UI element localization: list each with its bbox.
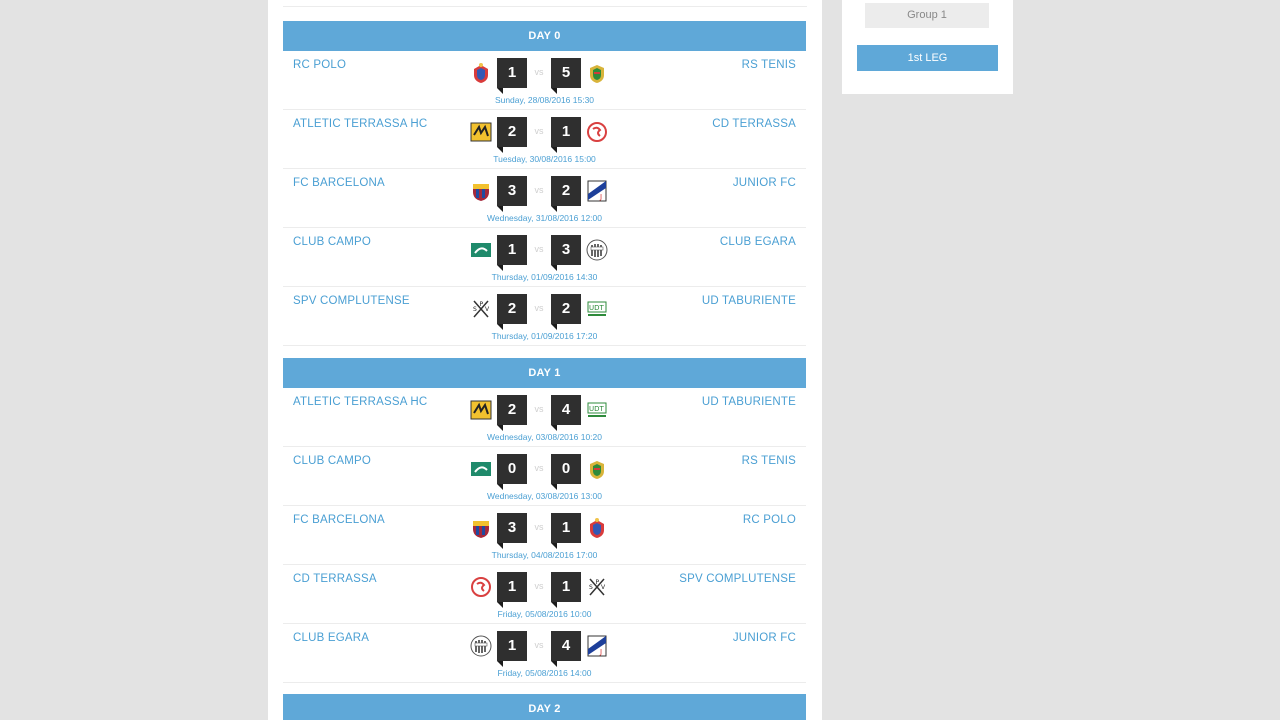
away-team-link[interactable]: JUNIOR FC xyxy=(733,632,796,644)
away-score: 4 xyxy=(551,395,581,431)
away-team-link[interactable]: CD TERRASSA xyxy=(712,118,796,130)
away-team-link[interactable]: RS TENIS xyxy=(742,59,796,71)
home-team-link[interactable]: CD TERRASSA xyxy=(293,573,377,585)
match-date: Friday, 05/08/2016 10:00 xyxy=(497,609,592,619)
scoreboard: 1 vs 3 xyxy=(469,234,609,271)
scoreboard: 3 vs 2 xyxy=(469,175,609,212)
scoreboard: 2 vs 4 xyxy=(469,394,609,431)
match-row[interactable]: FC BARCELONA JUNIOR FC 3 vs 2 Wednesday, 31/0… xyxy=(283,169,806,228)
away-score: 3 xyxy=(551,235,581,271)
away-score: 2 xyxy=(551,176,581,212)
match-row[interactable]: ATLETIC TERRASSA HC UD TABURIENTE 2 vs 4 Wedn… xyxy=(283,388,806,447)
match-date: Thursday, 01/09/2016 14:30 xyxy=(491,272,598,282)
match-date: Friday, 05/08/2016 14:00 xyxy=(497,668,592,678)
match-date: Wednesday, 03/08/2016 10:20 xyxy=(487,432,602,442)
first-leg-button[interactable]: 1st LEG xyxy=(857,45,998,71)
match-row[interactable]: CLUB CAMPO CLUB EGARA 1 vs 3 Thursday, 01/09/… xyxy=(283,228,806,287)
scoreboard: 2 vs 2 xyxy=(469,293,609,330)
match-date: Thursday, 01/09/2016 17:20 xyxy=(491,331,598,341)
away-team-link[interactable]: UD TABURIENTE xyxy=(702,396,796,408)
away-score: 5 xyxy=(551,58,581,94)
away-score: 1 xyxy=(551,572,581,608)
away-team-link[interactable]: SPV COMPLUTENSE xyxy=(679,573,796,585)
away-team-link[interactable]: CLUB EGARA xyxy=(720,236,796,248)
sidebar-panel: Group 1 1st LEG xyxy=(842,0,1013,94)
ud-taburiente-crest-icon xyxy=(586,399,608,421)
ud-taburiente-crest-icon xyxy=(586,298,608,320)
match-row[interactable]: CLUB CAMPO RS TENIS 0 vs 0 Wednesday, 03/08/2… xyxy=(283,447,806,506)
home-team-link[interactable]: ATLETIC TERRASSA HC xyxy=(293,396,427,408)
day-section: DAY 2 xyxy=(283,694,806,720)
scoreboard: 1 vs 4 xyxy=(469,630,609,667)
spv-complutense-crest-icon xyxy=(586,576,608,598)
away-team-link[interactable]: UD TABURIENTE xyxy=(702,295,796,307)
home-team-link[interactable]: FC BARCELONA xyxy=(293,514,385,526)
match-row[interactable]: CD TERRASSA SPV COMPLUTENSE 1 vs 1 Friday, 05… xyxy=(283,565,806,624)
home-team-link[interactable]: RC POLO xyxy=(293,59,346,71)
home-team-link[interactable]: CLUB EGARA xyxy=(293,632,369,644)
scoreboard: 0 vs 0 xyxy=(469,453,609,490)
match-date: Wednesday, 03/08/2016 13:00 xyxy=(487,491,602,501)
day-header: DAY 1 xyxy=(283,358,806,388)
rs-tenis-crest-icon xyxy=(586,458,608,480)
scoreboard: 3 vs 1 xyxy=(469,512,609,549)
match-row[interactable]: RC POLO RS TENIS 1 vs 5 Sunday, 28/08/2016 15… xyxy=(283,51,806,110)
away-score: 0 xyxy=(551,454,581,490)
rc-polo-crest-icon xyxy=(586,517,608,539)
match-row[interactable]: SPV COMPLUTENSE UD TABURIENTE 2 vs 2 Thursday… xyxy=(283,287,806,346)
junior-fc-crest-icon xyxy=(586,180,608,202)
results-panel: DAY 0 RC POLO RS TENIS 1 vs 5 Sunday, 28/08/20… xyxy=(268,0,822,720)
away-team-link[interactable]: RS TENIS xyxy=(742,455,796,467)
day-header: DAY 0 xyxy=(283,21,806,51)
divider xyxy=(283,6,807,7)
cd-terrassa-crest-icon xyxy=(586,121,608,143)
scoreboard: 1 vs 1 xyxy=(469,571,609,608)
away-score: 4 xyxy=(551,631,581,667)
scoreboard: 2 vs 1 xyxy=(469,116,609,153)
away-team-link[interactable]: JUNIOR FC xyxy=(733,177,796,189)
club-egara-crest-icon xyxy=(586,239,608,261)
junior-fc-crest-icon xyxy=(586,635,608,657)
match-date: Sunday, 28/08/2016 15:30 xyxy=(494,95,595,105)
away-score: 1 xyxy=(551,513,581,549)
home-team-link[interactable]: ATLETIC TERRASSA HC xyxy=(293,118,427,130)
rs-tenis-crest-icon xyxy=(586,62,608,84)
match-row[interactable]: FC BARCELONA RC POLO 3 vs 1 Thursday, 04/08/2… xyxy=(283,506,806,565)
match-date: Thursday, 04/08/2016 17:00 xyxy=(491,550,598,560)
match-row[interactable]: ATLETIC TERRASSA HC CD TERRASSA 2 vs 1 Tuesda… xyxy=(283,110,806,169)
away-score: 1 xyxy=(551,117,581,153)
home-team-link[interactable]: SPV COMPLUTENSE xyxy=(293,295,410,307)
match-date: Wednesday, 31/08/2016 12:00 xyxy=(487,213,602,223)
day-header: DAY 2 xyxy=(283,694,806,720)
home-team-link[interactable]: CLUB CAMPO xyxy=(293,455,371,467)
match-row[interactable]: CLUB EGARA JUNIOR FC 1 vs 4 Friday, 05/08/201… xyxy=(283,624,806,683)
home-team-link[interactable]: FC BARCELONA xyxy=(293,177,385,189)
group-select[interactable]: Group 1 xyxy=(865,3,989,28)
home-team-link[interactable]: CLUB CAMPO xyxy=(293,236,371,248)
away-team-link[interactable]: RC POLO xyxy=(743,514,796,526)
match-date: Tuesday, 30/08/2016 15:00 xyxy=(493,154,596,164)
away-score: 2 xyxy=(551,294,581,330)
scoreboard: 1 vs 5 xyxy=(469,57,609,94)
day-section: DAY 0 RC POLO RS TENIS 1 vs 5 Sunday, 28/08/20… xyxy=(283,21,806,346)
day-section: DAY 1 ATLETIC TERRASSA HC UD TABURIENTE 2 vs… xyxy=(283,358,806,683)
